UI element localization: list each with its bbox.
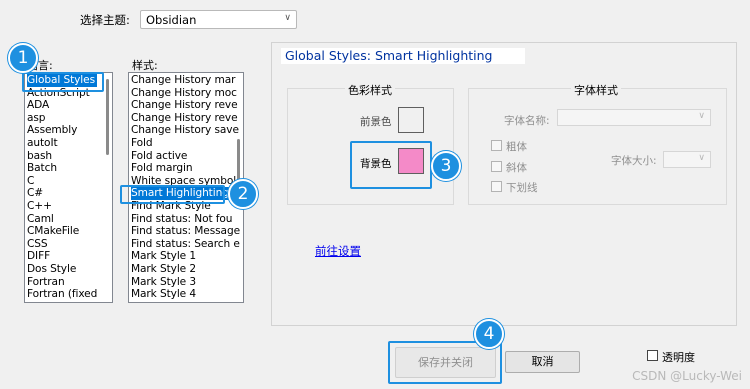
language-list-item[interactable]: C++ bbox=[27, 200, 52, 213]
underline-checkbox[interactable] bbox=[491, 181, 502, 192]
style-list-item[interactable]: Mark Style 4 bbox=[131, 288, 196, 301]
font-name-label: 字体名称: bbox=[504, 115, 550, 127]
transparency-checkbox[interactable] bbox=[647, 350, 658, 361]
theme-label: 选择主题: bbox=[80, 13, 130, 27]
style-list-item[interactable]: Mark Style 3 bbox=[131, 276, 196, 289]
style-list-item[interactable]: Change History moc bbox=[131, 87, 237, 100]
language-list-item[interactable]: bash bbox=[27, 150, 52, 163]
language-list-item[interactable]: CMakeFile bbox=[27, 225, 79, 238]
language-list-item[interactable]: CSS bbox=[27, 238, 48, 251]
style-list-item[interactable]: Fold margin bbox=[131, 162, 193, 175]
watermark-text: CSDN @Lucky-Wei bbox=[632, 369, 742, 383]
transparency-label: 透明度 bbox=[662, 351, 695, 364]
italic-label: 斜体 bbox=[506, 162, 527, 174]
theme-select[interactable]: Obsidian ∨ bbox=[140, 10, 297, 29]
bold-label: 粗体 bbox=[506, 141, 527, 153]
style-list-item[interactable]: Change History save bbox=[131, 124, 239, 137]
foreground-label: 前景色 bbox=[360, 116, 392, 128]
panel-title: Global Styles: Smart Highlighting bbox=[281, 48, 525, 64]
style-list-title: 样式: bbox=[132, 59, 158, 72]
highlight-box-style bbox=[120, 185, 225, 204]
font-size-dropdown[interactable]: ∨ bbox=[663, 151, 711, 168]
language-list-scrollbar[interactable] bbox=[104, 73, 112, 302]
language-list[interactable]: Global Styles ActionScript ADA asp Assembly a… bbox=[24, 72, 113, 303]
cancel-button[interactable]: 取消 bbox=[505, 351, 580, 373]
language-list-scroll-thumb[interactable] bbox=[106, 79, 109, 155]
theme-select-value: Obsidian bbox=[146, 13, 197, 27]
language-list-item[interactable]: DIFF bbox=[27, 250, 50, 263]
colour-style-title: 色彩样式 bbox=[345, 82, 395, 98]
style-list-item[interactable]: Find status: Not fou bbox=[131, 213, 233, 226]
style-list-item[interactable]: Change History reve bbox=[131, 99, 238, 112]
language-list-item[interactable]: autoIt bbox=[27, 137, 58, 150]
highlight-box-background bbox=[350, 141, 432, 189]
foreground-color-swatch[interactable] bbox=[398, 107, 424, 133]
language-list-item[interactable]: ADA bbox=[27, 99, 49, 112]
language-list-item[interactable]: Assembly bbox=[27, 124, 77, 137]
annotation-badge-1: 1 bbox=[8, 43, 38, 73]
style-list-item[interactable]: Change History reve bbox=[131, 112, 238, 125]
style-list-item[interactable]: Fold active bbox=[131, 150, 187, 163]
chevron-down-icon: ∨ bbox=[284, 13, 291, 23]
language-list-item[interactable]: asp bbox=[27, 112, 46, 125]
bold-checkbox[interactable] bbox=[491, 140, 502, 151]
font-size-label: 字体大小: bbox=[611, 155, 657, 167]
chevron-down-icon: ∨ bbox=[698, 153, 705, 163]
language-list-item[interactable]: Caml bbox=[27, 213, 54, 226]
font-style-title: 字体样式 bbox=[571, 82, 621, 98]
italic-checkbox[interactable] bbox=[491, 161, 502, 172]
language-list-item[interactable]: C# bbox=[27, 187, 43, 200]
style-list-item[interactable]: Mark Style 2 bbox=[131, 263, 196, 276]
style-list-item[interactable]: Change History mar bbox=[131, 74, 235, 87]
style-list-item[interactable]: Fold bbox=[131, 137, 153, 150]
highlight-box-language bbox=[22, 72, 104, 92]
language-list-item[interactable]: C bbox=[27, 175, 34, 188]
style-list-item[interactable]: Find status: Search e bbox=[131, 238, 240, 251]
annotation-badge-3: 3 bbox=[431, 151, 461, 181]
annotation-badge-2: 2 bbox=[228, 179, 258, 209]
language-list-item[interactable]: Dos Style bbox=[27, 263, 76, 276]
language-list-item[interactable]: Fortran bbox=[27, 276, 65, 289]
underline-label: 下划线 bbox=[506, 182, 538, 194]
style-list-item[interactable]: Find status: Message bbox=[131, 225, 240, 238]
annotation-badge-4: 4 bbox=[474, 319, 504, 349]
goto-settings-link[interactable]: 前往设置 bbox=[315, 243, 361, 259]
font-name-dropdown[interactable]: ∨ bbox=[557, 109, 711, 126]
language-list-item[interactable]: Batch bbox=[27, 162, 57, 175]
chevron-down-icon: ∨ bbox=[698, 111, 705, 121]
style-list-item[interactable]: Mark Style 1 bbox=[131, 250, 196, 263]
language-list-item[interactable]: Fortran (fixed bbox=[27, 288, 97, 301]
